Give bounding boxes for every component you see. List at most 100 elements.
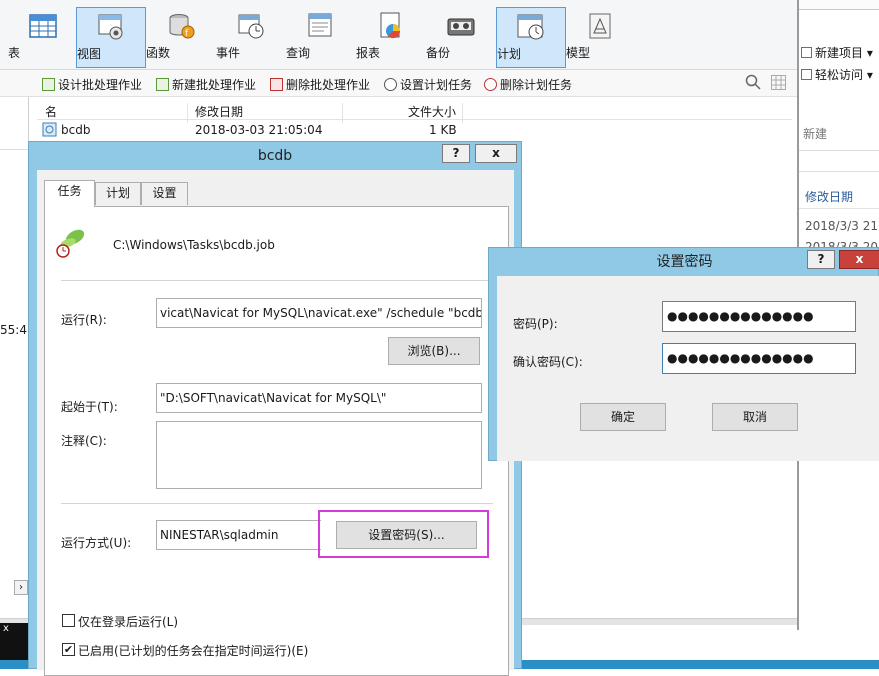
view-icon [98,14,123,40]
cell-modified: 2018-03-03 21:05:04 [195,123,323,137]
tab-task[interactable]: 任务 [44,180,95,207]
design-batch-job-button[interactable]: 设计批处理作业 [42,76,142,93]
column-header-modified-date[interactable]: 修改日期 [805,188,853,205]
column-header-name[interactable]: 名 [45,103,57,120]
help-button[interactable]: ? [807,250,835,269]
password-input[interactable]: ●●●●●●●●●●●●●● [662,301,856,332]
subtoolbar-label: 删除批处理作业 [286,78,371,92]
toolbar-label: 视图 [77,47,102,61]
run-as-field[interactable]: NINESTAR\sqladmin [156,520,321,550]
explorer-row-date: 2018/3/3 21:0 [805,219,879,233]
job-file-icon [42,122,57,140]
close-button[interactable]: x [475,144,517,163]
schedule-icon [517,14,544,40]
new-item-button[interactable]: 新建项目 ▾ [801,44,873,61]
delete-batch-job-button[interactable]: 删除批处理作业 [270,76,370,93]
start-in-field[interactable]: "D:\SOFT\navicat\Navicat for MySQL\" [156,383,482,413]
function-icon: f [169,14,195,39]
tab-settings[interactable]: 设置 [141,182,188,205]
comment-textarea[interactable] [156,421,482,489]
report-icon [380,12,401,39]
toolbar-query-button[interactable]: 查询 [286,7,356,68]
scroll-right-icon[interactable]: › [14,580,28,595]
tab-schedule[interactable]: 计划 [95,182,141,205]
cell-name: bcdb [61,123,91,137]
cell-size: 1 KB [429,123,457,137]
toolbar-label: 备份 [426,46,451,60]
event-icon [238,14,264,39]
main-toolbar: 表 视图 f 函数 事件 查询 报表 备份 计划 模型 [0,0,797,70]
task-tab-panel: C:\Windows\Tasks\bcdb.job 运行(R): vicat\N… [44,206,509,676]
cancel-button[interactable]: 取消 [712,403,798,431]
subtoolbar-label: 设计批处理作业 [58,78,143,92]
subtoolbar-label: 设置计划任务 [400,78,473,92]
enabled-checkbox[interactable]: ✔ [62,643,75,656]
subtoolbar-label: 新建批处理作业 [172,78,257,92]
search-icon[interactable] [745,74,761,93]
new-icon [156,78,169,91]
only-logged-on-checkbox[interactable] [62,614,75,627]
easy-access-icon [801,69,812,80]
toolbar-model-button[interactable]: 模型 [566,7,636,68]
dialog-body: 任务 计划 设置 C:\Windows\Tasks\bcdb.job 运行(R)… [37,170,514,676]
toolbar-label: 事件 [216,46,241,60]
set-scheduled-task-button[interactable]: 设置计划任务 [384,76,472,93]
run-command-field[interactable]: vicat\Navicat for MySQL\navicat.exe" /sc… [156,298,482,328]
close-icon: x [3,623,9,634]
toolbar-function-button[interactable]: f 函数 [146,7,216,68]
dialog-body: 密码(P): ●●●●●●●●●●●●●● 确认密码(C): ●●●●●●●●●… [497,276,879,461]
toolbar-label: 函数 [146,46,171,60]
delete-icon [270,78,283,91]
explorer-label: 新建项目 [815,46,864,60]
grid-view-icon[interactable] [771,75,786,93]
new-batch-job-button[interactable]: 新建批处理作业 [156,76,256,93]
toolbar-label: 计划 [497,47,522,61]
toolbar-schedule-button[interactable]: 计划 [496,7,566,68]
toolbar-label: 查询 [286,46,311,60]
password-label: 密码(P): [513,317,558,331]
toolbar-label: 表 [8,46,21,60]
console-fragment: x [0,623,28,660]
toolbar-report-button[interactable]: 报表 [356,7,426,68]
confirm-password-input[interactable]: ●●●●●●●●●●●●●● [662,343,856,374]
toolbar-event-button[interactable]: 事件 [216,7,286,68]
toolbar-label: 模型 [566,46,591,60]
column-header-size[interactable]: 文件大小 [408,103,456,120]
clock-delete-icon [484,78,497,91]
explorer-label: 轻松访问 [815,68,864,82]
run-label: 运行(R): [61,313,107,327]
table-icon [29,14,57,38]
browse-button[interactable]: 浏览(B)... [388,337,480,365]
toolbar-label: 报表 [356,46,381,60]
toolbar-table-button[interactable]: 表 [8,7,78,68]
task-properties-dialog: bcdb ? x 任务 计划 设置 C:\Windows\Tasks\bcdb.… [28,141,522,676]
column-header-modified[interactable]: 修改日期 [195,103,243,120]
query-icon [308,13,332,37]
toolbar-backup-button[interactable]: 备份 [426,7,496,68]
design-icon [42,78,55,91]
ok-button[interactable]: 确定 [580,403,666,431]
close-button[interactable]: x [839,250,879,269]
backup-icon [447,18,475,36]
easy-access-button[interactable]: 轻松访问 ▾ [801,66,873,83]
new-item-icon [801,47,812,58]
ribbon-group-label: 新建 [803,127,828,141]
only-logged-on-label: 仅在登录后运行(L) [78,615,179,629]
grid-header: 名 修改日期 文件大小 [37,100,792,123]
comment-label: 注释(C): [61,434,107,448]
model-icon [589,13,611,39]
table-row[interactable]: bcdb 2018-03-03 21:05:04 1 KB [37,121,792,139]
set-password-button[interactable]: 设置密码(S)... [336,521,477,549]
clock-icon [384,78,397,91]
schedule-subtoolbar: 设计批处理作业 新建批处理作业 删除批处理作业 设置计划任务 删除计划任务 [0,70,797,97]
subtoolbar-label: 删除计划任务 [500,78,573,92]
connection-tree-pane[interactable]: 55:41 [0,97,35,619]
enabled-label: 已启用(已计划的任务会在指定时间运行)(E) [78,644,309,658]
delete-scheduled-task-button[interactable]: 删除计划任务 [484,76,572,93]
help-button[interactable]: ? [442,144,470,163]
start-in-label: 起始于(T): [61,400,118,414]
toolbar-view-button[interactable]: 视图 [76,7,146,68]
confirm-password-label: 确认密码(C): [513,355,583,369]
set-password-dialog: 设置密码 ? x 密码(P): ●●●●●●●●●●●●●● 确认密码(C): … [488,247,879,461]
task-file-path: C:\Windows\Tasks\bcdb.job [113,238,275,252]
